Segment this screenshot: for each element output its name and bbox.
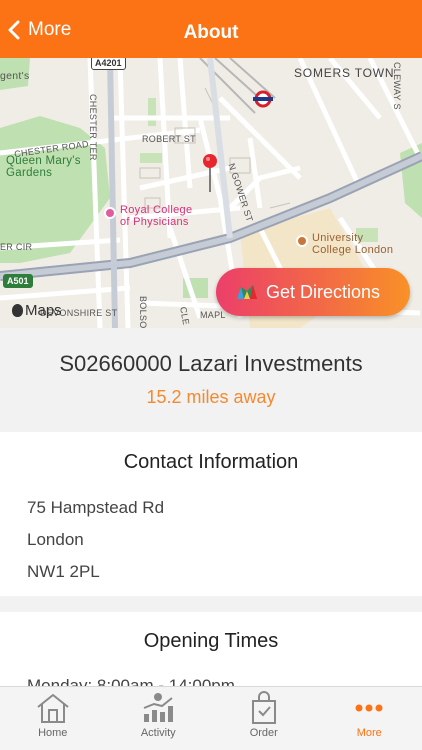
store-header: S02660000 Lazari Investments 15.2 miles … xyxy=(0,328,422,432)
contact-information-section: Contact Information 75 Hampstead Rd Lond… xyxy=(0,432,422,596)
map-label-bolso: BOLSO xyxy=(138,296,148,328)
get-directions-button[interactable]: Get Directions xyxy=(216,268,410,316)
opening-times-title: Opening Times xyxy=(143,630,279,652)
address-line-1: 75 Hampstead Rd xyxy=(27,498,165,517)
store-name: S02660000 Lazari Investments xyxy=(59,351,363,376)
tab-order[interactable]: Order xyxy=(211,687,317,750)
tab-home[interactable]: Home xyxy=(0,687,106,750)
maps-attribution-label: Maps xyxy=(25,302,62,319)
map-label-chester-ter: CHESTER TER xyxy=(88,94,98,161)
map-label-queen-marys: Queen Mary's Gardens xyxy=(6,155,81,179)
road-shield-a4201: A4201 xyxy=(91,58,126,70)
get-directions-label: Get Directions xyxy=(266,281,381,302)
home-icon xyxy=(35,691,71,725)
map-label-ucl: University College London xyxy=(312,232,394,256)
tab-more-label: More xyxy=(356,727,382,739)
tab-order-label: Order xyxy=(249,727,278,739)
address-line-2: London xyxy=(27,530,84,549)
chevron-left-icon xyxy=(8,20,20,40)
tab-bar: Home Activity Order More xyxy=(0,686,422,750)
poi-marker-ucl xyxy=(296,235,308,247)
store-distance: 15.2 miles away xyxy=(146,387,276,407)
back-button[interactable]: More xyxy=(8,14,71,46)
tab-activity[interactable]: Activity xyxy=(106,687,212,750)
map-label-mapl: MAPL xyxy=(200,310,226,320)
contact-information-title: Contact Information xyxy=(123,451,299,473)
maps-attribution[interactable]: Maps xyxy=(12,302,62,319)
map-view[interactable]: gent's A4201 SOMERS TOWN CLEWAY S CHESTE… xyxy=(0,58,422,328)
tab-home-label: Home xyxy=(38,727,68,739)
activity-icon xyxy=(140,691,176,725)
map-label-royal-college: Royal College of Physicians xyxy=(120,204,193,228)
apple-logo-icon xyxy=(12,304,23,317)
more-icon xyxy=(354,691,384,725)
map-label-er-cir: ER CIR xyxy=(0,242,33,252)
map-directions-icon xyxy=(236,283,258,301)
map-label-regents: gent's xyxy=(0,70,30,82)
map-label-cleveway: CLEWAY S xyxy=(392,62,402,110)
address-line-3: NW1 2PL xyxy=(27,562,100,581)
tab-more[interactable]: More xyxy=(317,687,422,750)
navigation-bar: More About xyxy=(0,0,422,58)
back-button-label: More xyxy=(28,19,72,40)
poi-marker-royal-college xyxy=(104,207,116,219)
map-label-somers-town: SOMERS TOWN xyxy=(294,66,395,80)
map-label-robert-st: ROBERT ST xyxy=(142,134,196,144)
shopping-bag-icon xyxy=(249,691,279,725)
road-shield-a501: A501 xyxy=(3,274,33,288)
tab-activity-label: Activity xyxy=(140,727,176,739)
